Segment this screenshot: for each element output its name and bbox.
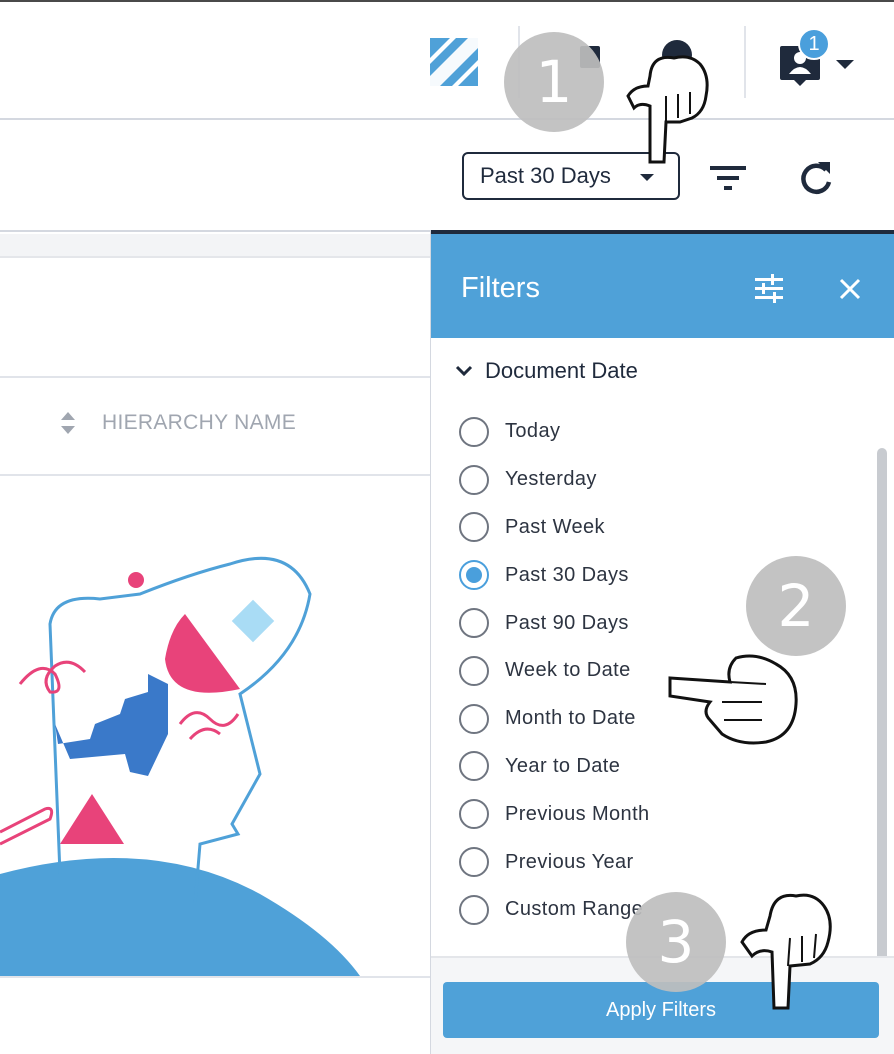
pointing-hand-icon xyxy=(668,654,798,745)
content-top-strip xyxy=(0,234,430,258)
section-title: Document Date xyxy=(485,358,638,383)
chevron-down-icon xyxy=(455,365,473,377)
radio-button[interactable] xyxy=(459,608,489,639)
pointing-hand-icon xyxy=(626,55,709,164)
radio-label: Month to Date xyxy=(505,707,636,730)
pointing-hand-icon xyxy=(740,893,832,1010)
radio-label: Week to Date xyxy=(505,659,631,682)
radio-label: Custom Range xyxy=(505,898,644,921)
radio-button[interactable] xyxy=(459,703,489,734)
radio-label: Past 30 Days xyxy=(505,563,629,586)
radio-option-yesterday[interactable]: Yesterday xyxy=(459,456,859,504)
top-bar: 1 xyxy=(0,2,894,120)
sort-icon[interactable] xyxy=(58,410,78,436)
radio-button[interactable] xyxy=(459,655,489,686)
main-content: HIERARCHY NAME xyxy=(0,234,430,1054)
radio-button[interactable] xyxy=(459,560,489,591)
column-header-label: HIERARCHY NAME xyxy=(102,411,297,434)
radio-button[interactable] xyxy=(459,894,489,925)
app-logo-icon[interactable] xyxy=(430,38,478,86)
radio-label: Past 90 Days xyxy=(505,611,629,634)
divider xyxy=(0,474,430,476)
radio-label: Previous Month xyxy=(505,802,650,825)
radio-button[interactable] xyxy=(459,799,489,830)
document-date-section-toggle[interactable]: Document Date xyxy=(455,358,638,384)
radio-label: Previous Year xyxy=(505,850,634,873)
step-marker-2: 2 xyxy=(746,556,846,656)
radio-label: Yesterday xyxy=(505,468,597,491)
radio-label: Past Week xyxy=(505,515,605,538)
refresh-icon[interactable] xyxy=(796,158,836,198)
radio-button[interactable] xyxy=(459,847,489,878)
radio-option-today[interactable]: Today xyxy=(459,408,859,456)
radio-option-previous-month[interactable]: Previous Month xyxy=(459,790,859,838)
radio-label: Today xyxy=(505,420,561,443)
radio-button[interactable] xyxy=(459,416,489,447)
radio-button[interactable] xyxy=(459,512,489,543)
radio-option-past-week[interactable]: Past Week xyxy=(459,504,859,552)
radio-button[interactable] xyxy=(459,464,489,495)
chevron-down-icon xyxy=(640,174,654,181)
step-marker-3: 3 xyxy=(626,892,726,992)
notification-badge: 1 xyxy=(798,28,830,60)
close-icon[interactable] xyxy=(839,278,861,300)
topbar-divider xyxy=(744,26,746,98)
radio-button[interactable] xyxy=(459,751,489,782)
divider xyxy=(0,976,430,978)
divider xyxy=(0,376,430,378)
date-range-value: Past 30 Days xyxy=(480,163,611,188)
filters-panel-header: Filters xyxy=(431,230,894,338)
sliders-icon[interactable] xyxy=(753,274,785,304)
radio-label: Year to Date xyxy=(505,754,621,777)
step-marker-1: 1 xyxy=(504,32,604,132)
toolbar: Past 30 Days xyxy=(0,122,894,232)
filters-panel-title: Filters xyxy=(461,272,540,304)
empty-state-illustration xyxy=(0,556,360,976)
column-header-hierarchy-name[interactable]: HIERARCHY NAME xyxy=(58,410,296,436)
